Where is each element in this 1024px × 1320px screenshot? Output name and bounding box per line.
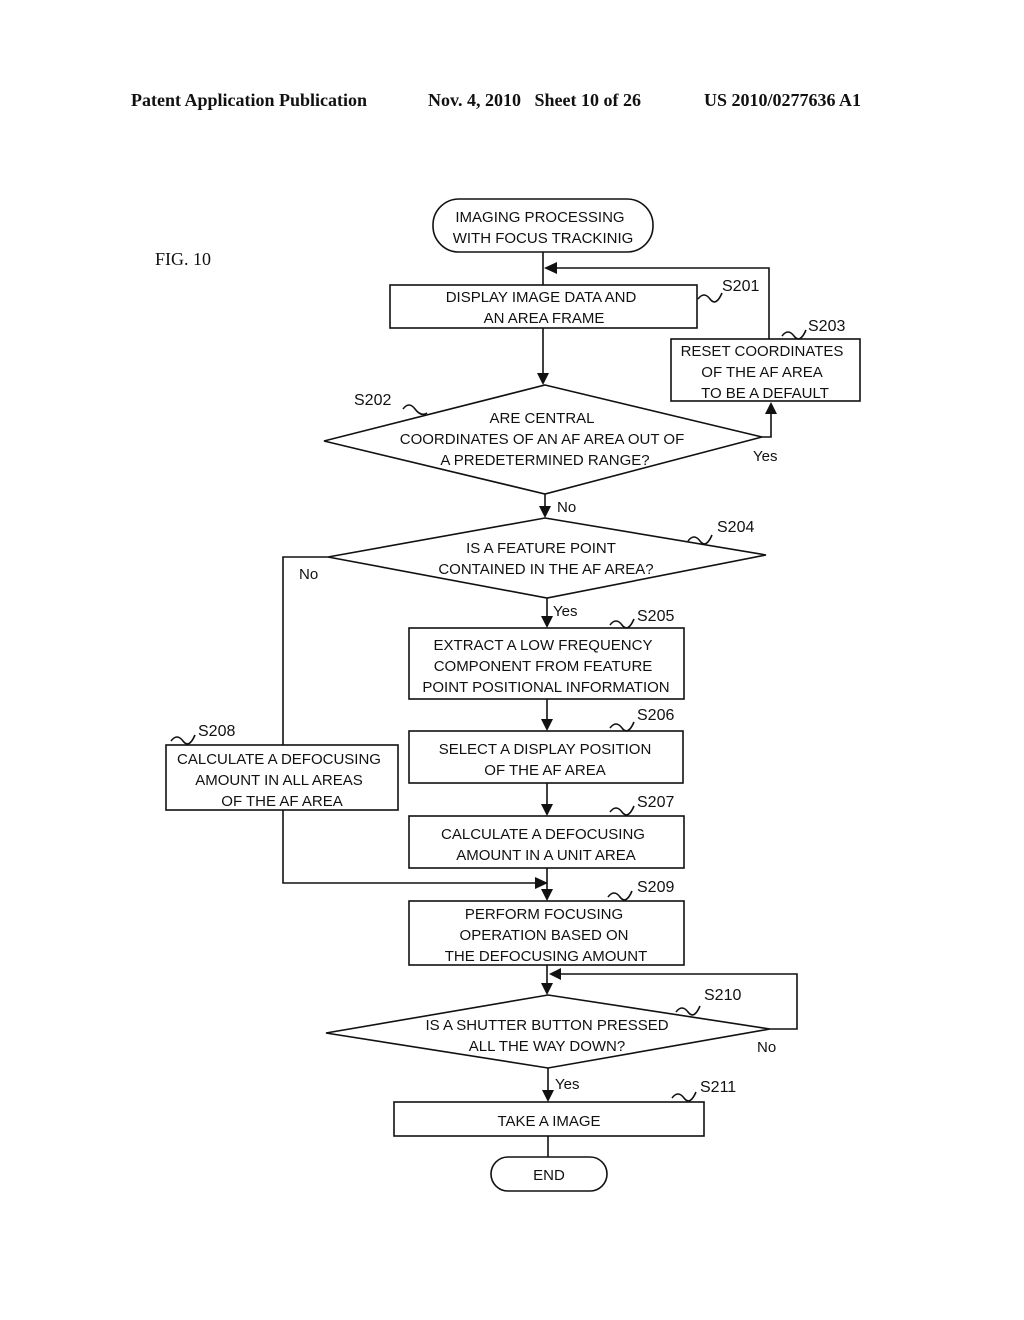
- s201-leader-icon: [697, 292, 723, 303]
- s209-text-1: PERFORM FOCUSING: [465, 906, 623, 923]
- s204-label: S204: [717, 519, 754, 536]
- s210-text-2: ALL THE WAY DOWN?: [469, 1038, 625, 1055]
- flowchart: IMAGING PROCESSING WITH FOCUS TRACKINIG: [165, 198, 861, 1192]
- s208-text-1: CALCULATE A DEFOCUSING: [177, 751, 381, 768]
- s202-label: S202: [354, 392, 391, 409]
- s206-text-2: OF THE AF AREA: [484, 762, 605, 779]
- s204-text-2: CONTAINED IN THE AF AREA?: [438, 561, 653, 578]
- s208-text-2: AMOUNT IN ALL AREAS: [195, 772, 363, 789]
- s202-yes-label: Yes: [753, 448, 777, 465]
- decision-s202: ARE CENTRAL COORDINATES OF AN AF AREA OU…: [323, 384, 777, 516]
- step-s208: CALCULATE A DEFOCUSING AMOUNT IN ALL ARE…: [165, 723, 399, 811]
- s203-label: S203: [808, 318, 845, 335]
- s204-no-label: No: [299, 566, 318, 583]
- s211-label: S211: [700, 1079, 736, 1096]
- s209-label: S209: [637, 879, 674, 896]
- s203-leader-icon: [781, 329, 807, 340]
- end-text: END: [533, 1167, 565, 1184]
- s211-leader-icon: [671, 1091, 697, 1102]
- s209-leader-icon: [607, 890, 633, 901]
- s208-text-3: OF THE AF AREA: [221, 793, 342, 810]
- step-s206: SELECT A DISPLAY POSITION OF THE AF AREA…: [408, 707, 684, 784]
- s202-text-1: ARE CENTRAL: [489, 410, 594, 427]
- decision-s204: IS A FEATURE POINT CONTAINED IN THE AF A…: [299, 517, 767, 620]
- s203-text-1: RESET COORDINATES: [681, 343, 844, 360]
- s205-text-1: EXTRACT A LOW FREQUENCY: [434, 637, 653, 654]
- s201-label: S201: [722, 278, 759, 295]
- s209-text-3: THE DEFOCUSING AMOUNT: [445, 948, 648, 965]
- s202-no-label: No: [557, 499, 576, 516]
- s210-text-1: IS A SHUTTER BUTTON PRESSED: [425, 1017, 668, 1034]
- s204-text-1: IS A FEATURE POINT: [466, 540, 616, 557]
- s206-label: S206: [637, 707, 674, 724]
- s208-leader-icon: [170, 734, 196, 745]
- s211-text-1: TAKE A IMAGE: [497, 1113, 600, 1130]
- s210-label: S210: [704, 987, 741, 1004]
- step-s201: DISPLAY IMAGE DATA AND AN AREA FRAME S20…: [389, 278, 759, 329]
- s205-text-3: POINT POSITIONAL INFORMATION: [422, 679, 669, 696]
- start-text-1: IMAGING PROCESSING: [455, 209, 624, 226]
- s207-label: S207: [637, 794, 674, 811]
- start-text-2: WITH FOCUS TRACKINIG: [453, 230, 634, 247]
- s202-leader-icon: [402, 404, 428, 416]
- s207-text-2: AMOUNT IN A UNIT AREA: [456, 847, 636, 864]
- s206-leader-icon: [609, 721, 635, 732]
- s210-leader-icon: [675, 1005, 701, 1016]
- s208-label: S208: [198, 723, 235, 740]
- s207-text-1: CALCULATE A DEFOCUSING: [441, 826, 645, 843]
- end-terminal: END: [490, 1156, 608, 1192]
- s202-text-3: A PREDETERMINED RANGE?: [440, 452, 649, 469]
- s203-text-2: OF THE AF AREA: [701, 364, 822, 381]
- s202-text-2: COORDINATES OF AN AF AREA OUT OF: [400, 431, 685, 448]
- s205-label: S205: [637, 608, 674, 625]
- step-s203: RESET COORDINATES OF THE AF AREA TO BE A…: [670, 318, 861, 402]
- s210-no-label: No: [757, 1039, 776, 1056]
- s207-leader-icon: [609, 805, 635, 816]
- s205-text-2: COMPONENT FROM FEATURE: [434, 658, 653, 675]
- s206-text-1: SELECT A DISPLAY POSITION: [439, 741, 652, 758]
- s210-yes-label: Yes: [555, 1076, 579, 1093]
- s209-text-2: OPERATION BASED ON: [460, 927, 629, 944]
- s201-text-1: DISPLAY IMAGE DATA AND: [446, 289, 637, 306]
- decision-s210: IS A SHUTTER BUTTON PRESSED ALL THE WAY …: [325, 987, 776, 1093]
- start-terminal: IMAGING PROCESSING WITH FOCUS TRACKINIG: [432, 198, 654, 253]
- s201-text-2: AN AREA FRAME: [484, 310, 605, 327]
- s203-text-3: TO BE A DEFAULT: [701, 385, 829, 402]
- s205-leader-icon: [609, 618, 635, 629]
- s204-yes-label: Yes: [553, 603, 577, 620]
